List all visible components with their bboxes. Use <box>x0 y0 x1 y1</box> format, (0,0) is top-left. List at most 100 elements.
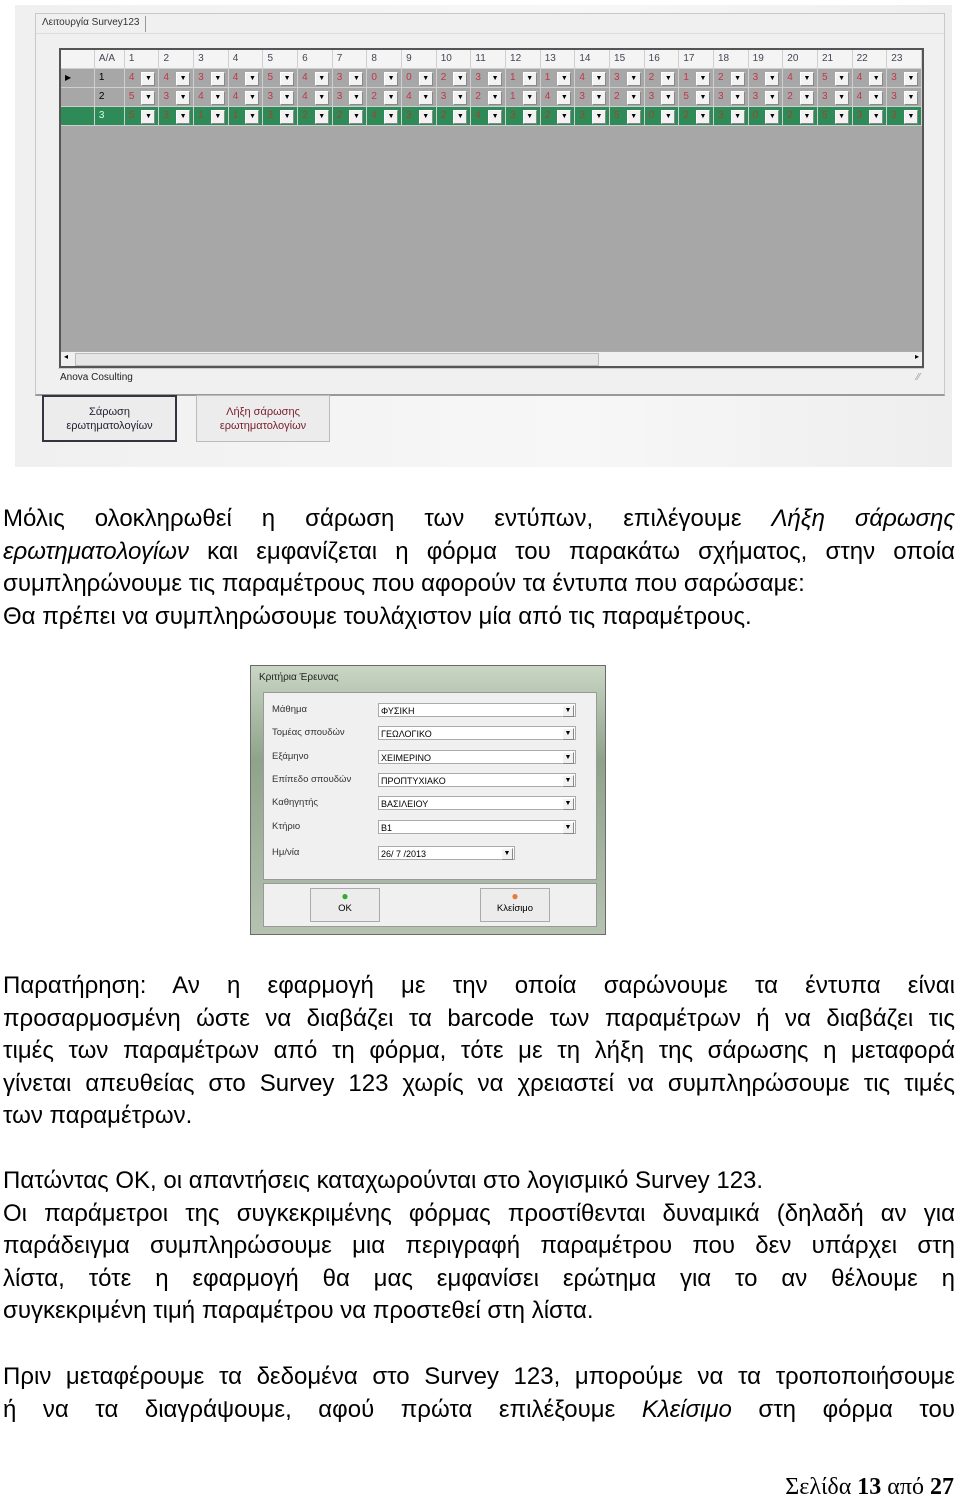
answer-dropdown[interactable]: 4 ▼ <box>852 88 888 107</box>
chevron-down-icon[interactable]: ▼ <box>349 91 364 105</box>
answer-dropdown[interactable]: 4 ▼ <box>402 88 437 107</box>
chevron-down-icon[interactable]: ▼ <box>245 72 260 86</box>
chevron-down-icon[interactable]: ▼ <box>869 110 884 124</box>
answer-dropdown[interactable]: 2 ▼ <box>332 107 368 126</box>
column-header[interactable]: 7 <box>332 50 368 69</box>
answer-dropdown[interactable]: 0 ▼ <box>644 107 680 126</box>
column-header[interactable]: 20 <box>783 50 818 69</box>
row-selector[interactable] <box>61 88 95 107</box>
chevron-down-icon[interactable]: ▼ <box>626 110 641 124</box>
answer-dropdown[interactable]: 3 ▼ <box>713 107 749 126</box>
chevron-down-icon[interactable]: ▼ <box>765 72 780 86</box>
chevron-down-icon[interactable]: ▼ <box>210 110 225 124</box>
answer-dropdown[interactable]: 5 ▼ <box>124 88 160 107</box>
scrollbar-thumb[interactable] <box>75 353 599 366</box>
row-selector[interactable]: ▶ <box>61 69 95 88</box>
answer-dropdown[interactable]: 2 ▼ <box>610 88 645 107</box>
answer-dropdown[interactable]: 0 ▼ <box>748 107 784 126</box>
chevron-down-icon[interactable]: ▼ <box>695 72 710 86</box>
chevron-down-icon[interactable]: ▼ <box>210 91 225 105</box>
chevron-down-icon[interactable]: ▼ <box>522 72 537 86</box>
tab-survey123[interactable]: Λειτουργία Survey123 <box>42 16 147 32</box>
answer-dropdown[interactable]: 1 ▼ <box>228 107 264 126</box>
chevron-down-icon[interactable]: ▼ <box>141 91 156 105</box>
answer-dropdown[interactable]: 3 ▼ <box>159 88 195 107</box>
chevron-down-icon[interactable]: ▼ <box>695 110 710 124</box>
answer-dropdown[interactable]: 3 ▼ <box>852 107 888 126</box>
column-header[interactable]: 3 <box>194 50 229 69</box>
close-button[interactable]: ● Κλείσιμο <box>480 888 550 922</box>
chevron-down-icon[interactable]: ▼ <box>592 110 607 124</box>
answer-dropdown[interactable]: 2 ▼ <box>540 107 576 126</box>
chevron-down-icon[interactable]: ▼ <box>626 91 641 105</box>
chevron-down-icon[interactable]: ▼ <box>730 91 745 105</box>
answer-dropdown[interactable]: 3 ▼ <box>887 69 922 88</box>
answer-dropdown[interactable]: 3 ▼ <box>817 88 853 107</box>
ok-button[interactable]: ● OK <box>310 888 380 922</box>
chevron-down-icon[interactable]: ▼ <box>661 91 676 105</box>
answer-dropdown[interactable]: 2 ▼ <box>436 107 472 126</box>
chevron-down-icon[interactable]: ▼ <box>562 705 574 717</box>
answer-dropdown[interactable]: 3 ▼ <box>610 69 645 88</box>
chevron-down-icon[interactable]: ▼ <box>141 72 156 86</box>
chevron-down-icon[interactable]: ▼ <box>730 72 745 86</box>
answer-dropdown[interactable]: 3 ▼ <box>575 107 611 126</box>
answer-dropdown[interactable]: 5 ▼ <box>817 107 853 126</box>
column-header[interactable]: 10 <box>436 50 472 69</box>
chevron-down-icon[interactable]: ▼ <box>869 72 884 86</box>
chevron-down-icon[interactable]: ▼ <box>557 72 572 86</box>
answer-dropdown[interactable]: 3 ▼ <box>471 69 507 88</box>
answer-dropdown[interactable]: 2 ▼ <box>298 107 333 126</box>
chevron-down-icon[interactable]: ▼ <box>453 91 468 105</box>
column-header[interactable]: A/A <box>94 50 125 69</box>
row-selector[interactable] <box>61 107 95 126</box>
chevron-down-icon[interactable]: ▼ <box>314 91 329 105</box>
answer-dropdown[interactable]: 3 ▼ <box>644 88 680 107</box>
answer-dropdown[interactable]: 1 ▼ <box>506 69 541 88</box>
answer-dropdown[interactable]: 4 ▼ <box>540 88 576 107</box>
column-header[interactable]: 18 <box>713 50 749 69</box>
chevron-down-icon[interactable]: ▼ <box>869 91 884 105</box>
answer-dropdown[interactable]: 3 ▼ <box>263 88 299 107</box>
column-header[interactable]: 5 <box>263 50 299 69</box>
field-combo[interactable]: ΦΥΣΙΚΗ ▼ <box>378 703 576 717</box>
horizontal-scrollbar[interactable]: ◂ ▸ <box>61 351 922 366</box>
column-header[interactable]: 19 <box>748 50 784 69</box>
chevron-down-icon[interactable]: ▼ <box>488 72 503 86</box>
chevron-down-icon[interactable]: ▼ <box>176 91 191 105</box>
field-combo[interactable]: ΓΕΩΛΟΓΙΚΟ ▼ <box>378 726 576 741</box>
chevron-down-icon[interactable]: ▼ <box>418 72 433 86</box>
answer-dropdown[interactable]: 2 ▼ <box>783 88 818 107</box>
answer-dropdown[interactable]: 4 ▼ <box>367 107 403 126</box>
chevron-down-icon[interactable]: ▼ <box>562 728 574 741</box>
answer-dropdown[interactable]: 4 ▼ <box>228 88 264 107</box>
answer-dropdown[interactable]: 5 ▼ <box>124 107 160 126</box>
answer-dropdown[interactable]: 4 ▼ <box>471 107 507 126</box>
field-combo[interactable]: Β1 ▼ <box>378 819 576 834</box>
answer-dropdown[interactable]: 4 ▼ <box>194 88 229 107</box>
scroll-right-icon[interactable]: ▸ <box>915 352 919 361</box>
chevron-down-icon[interactable]: ▼ <box>903 110 918 124</box>
answer-dropdown[interactable]: 3 ▼ <box>332 88 368 107</box>
chevron-down-icon[interactable]: ▼ <box>384 72 399 86</box>
answer-dropdown[interactable]: 3 ▼ <box>748 69 784 88</box>
answer-dropdown[interactable]: 3 ▼ <box>887 88 922 107</box>
chevron-down-icon[interactable]: ▼ <box>730 110 745 124</box>
answer-dropdown[interactable]: 2 ▼ <box>436 69 472 88</box>
column-header[interactable]: 6 <box>298 50 333 69</box>
chevron-down-icon[interactable]: ▼ <box>522 110 537 124</box>
chevron-down-icon[interactable]: ▼ <box>903 91 918 105</box>
field-combo[interactable]: ΧΕΙΜΕΡΙΝΟ ▼ <box>378 749 576 764</box>
chevron-down-icon[interactable]: ▼ <box>695 91 710 105</box>
answer-dropdown[interactable]: 3 ▼ <box>263 107 299 126</box>
column-header[interactable]: 1 <box>124 50 160 69</box>
answer-dropdown[interactable]: 1 ▼ <box>506 88 541 107</box>
chevron-down-icon[interactable]: ▼ <box>799 110 814 124</box>
answer-dropdown[interactable]: 3 ▼ <box>332 69 368 88</box>
chevron-down-icon[interactable]: ▼ <box>488 110 503 124</box>
column-header[interactable]: 21 <box>817 50 853 69</box>
chevron-down-icon[interactable]: ▼ <box>903 72 918 86</box>
chevron-down-icon[interactable]: ▼ <box>488 91 503 105</box>
chevron-down-icon[interactable]: ▼ <box>280 72 295 86</box>
chevron-down-icon[interactable]: ▼ <box>834 72 849 86</box>
